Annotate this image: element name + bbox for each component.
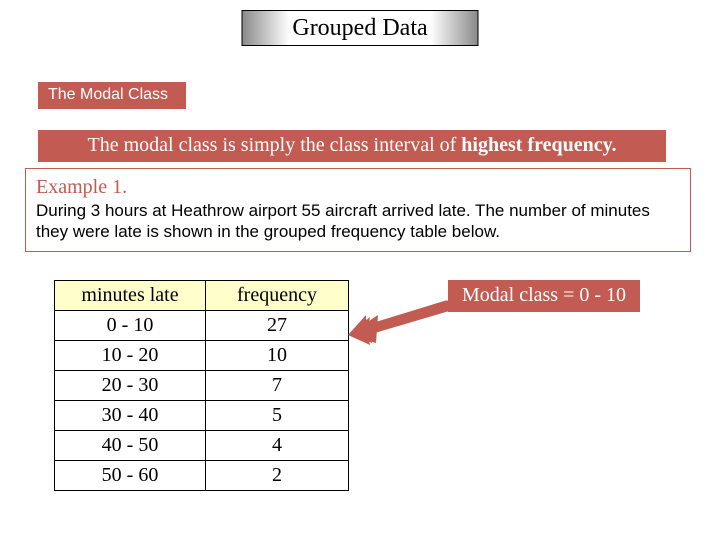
cell-range: 30 - 40	[55, 401, 206, 431]
definition-prefix: The modal class is simply the class inte…	[87, 134, 461, 156]
modal-class-callout: Modal class = 0 - 10	[448, 280, 640, 312]
cell-freq: 7	[206, 371, 349, 401]
arrow-icon	[348, 295, 458, 345]
table-row: 50 - 60 2	[55, 461, 349, 491]
example-box: Example 1. During 3 hours at Heathrow ai…	[25, 168, 691, 252]
cell-range: 50 - 60	[55, 461, 206, 491]
subtitle-badge: The Modal Class	[38, 82, 186, 109]
cell-range: 40 - 50	[55, 431, 206, 461]
table-row: 40 - 50 4	[55, 431, 349, 461]
table-row: 30 - 40 5	[55, 401, 349, 431]
page-title: Grouped Data	[242, 10, 479, 46]
definition-bold: highest frequency.	[461, 134, 616, 156]
example-text: During 3 hours at Heathrow airport 55 ai…	[36, 201, 650, 241]
definition-bar: The modal class is simply the class inte…	[38, 130, 666, 162]
cell-freq: 27	[206, 311, 349, 341]
table-row: 0 - 10 27	[55, 311, 349, 341]
table-header-row: minutes late frequency	[55, 281, 349, 311]
cell-range: 20 - 30	[55, 371, 206, 401]
cell-range: 10 - 20	[55, 341, 206, 371]
table-row: 20 - 30 7	[55, 371, 349, 401]
example-label: Example 1.	[36, 176, 127, 198]
cell-freq: 10	[206, 341, 349, 371]
cell-range: 0 - 10	[55, 311, 206, 341]
cell-freq: 5	[206, 401, 349, 431]
header-minutes: minutes late	[55, 281, 206, 311]
cell-freq: 2	[206, 461, 349, 491]
header-frequency: frequency	[206, 281, 349, 311]
frequency-table: minutes late frequency 0 - 10 27 10 - 20…	[54, 280, 349, 491]
table-row: 10 - 20 10	[55, 341, 349, 371]
cell-freq: 4	[206, 431, 349, 461]
